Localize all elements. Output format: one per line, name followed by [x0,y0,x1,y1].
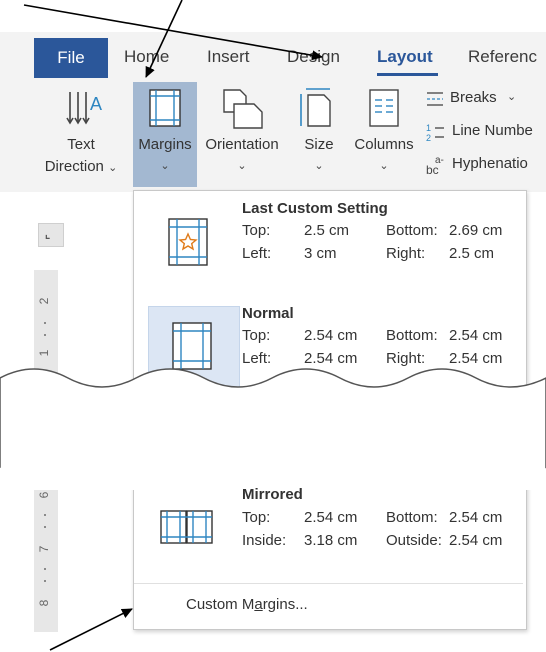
arrow-to-margins [145,0,183,78]
annotation-arrows [23,0,323,651]
arrow-to-custom-margins [49,608,133,651]
arrow-to-layout [23,4,323,61]
